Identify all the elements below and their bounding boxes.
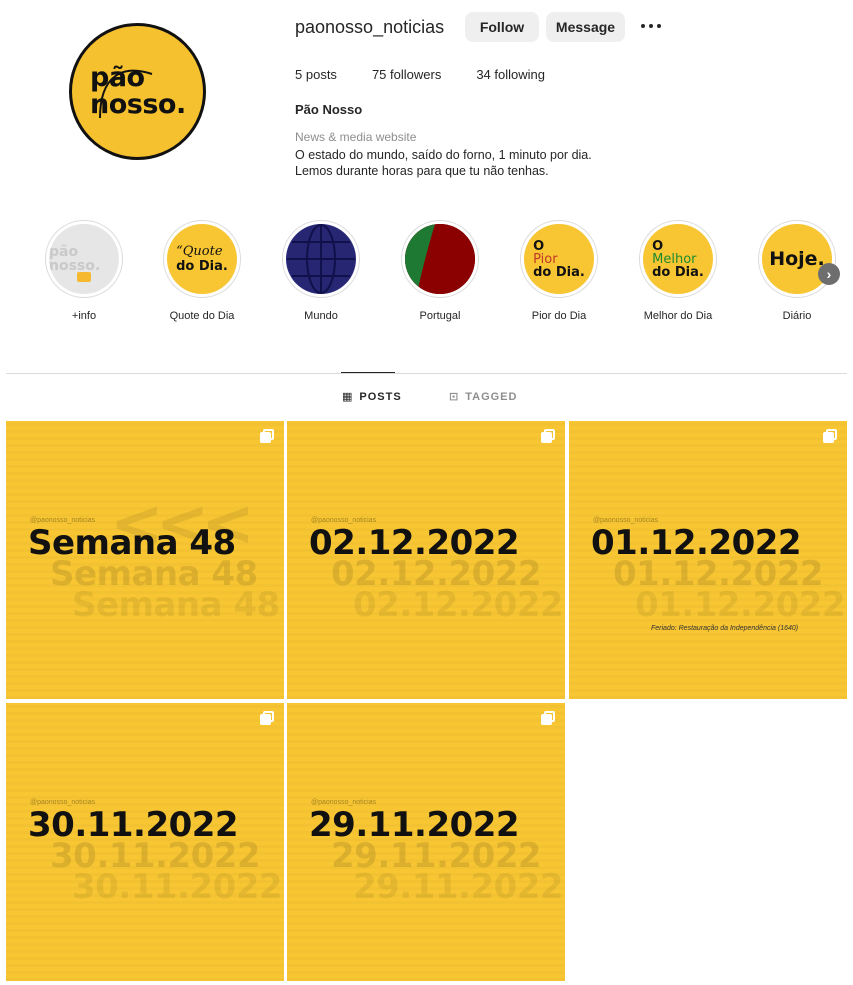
highlight-quote-do-dia[interactable]: “Quote do Dia. Quote do Dia bbox=[152, 220, 252, 322]
story-highlights: pão nosso. +info “Quote do Dia. Quote do… bbox=[0, 220, 853, 330]
profile-full-name: Pão Nosso bbox=[295, 102, 363, 117]
highlight-label: +info bbox=[71, 310, 97, 322]
highlight-label: Quote do Dia bbox=[169, 310, 235, 322]
highlight-pior-do-dia[interactable]: O Pior do Dia. Pior do Dia bbox=[509, 220, 609, 322]
highlight-label: Melhor do Dia bbox=[643, 310, 713, 322]
post-title-echo: 29.11.2022 bbox=[353, 867, 564, 907]
highlight-label: Mundo bbox=[304, 310, 338, 322]
following-count[interactable]: 34 following bbox=[476, 67, 545, 82]
tab-active-indicator bbox=[341, 372, 395, 373]
tab-posts-label: POSTS bbox=[359, 390, 402, 403]
post-tile[interactable]: @paonosso_noticias 01.12.2022 01.12.2022… bbox=[569, 421, 847, 699]
post-title-echo: 01.12.2022 bbox=[635, 585, 846, 625]
globe-icon bbox=[287, 224, 355, 294]
more-options-icon[interactable] bbox=[639, 18, 663, 34]
post-tile[interactable]: @paonosso_noticias 02.12.2022 02.12.2022… bbox=[287, 421, 565, 699]
tab-tagged-label: TAGGED bbox=[465, 390, 518, 403]
message-button[interactable]: Message bbox=[546, 12, 625, 42]
tab-posts[interactable]: ▦ POSTS bbox=[342, 390, 402, 404]
profile-stats: 5 posts 75 followers 34 following bbox=[295, 67, 580, 82]
highlight-mundo[interactable]: Mundo bbox=[271, 220, 371, 322]
highlight-melhor-do-dia[interactable]: O Melhor do Dia. Melhor do Dia bbox=[628, 220, 728, 322]
post-tile[interactable]: @paonosso_noticias 29.11.2022 29.11.2022… bbox=[287, 703, 565, 981]
carousel-icon bbox=[823, 429, 837, 443]
followers-count[interactable]: 75 followers bbox=[372, 67, 441, 82]
posts-count: 5 posts bbox=[295, 67, 337, 82]
carousel-icon bbox=[260, 429, 274, 443]
carousel-icon bbox=[541, 711, 555, 725]
highlight-label: Pior do Dia bbox=[531, 310, 587, 322]
highlight-info[interactable]: pão nosso. +info bbox=[34, 220, 134, 322]
post-title-echo: 02.12.2022 bbox=[353, 585, 564, 625]
tagged-user-icon: ⊡ bbox=[449, 391, 460, 403]
highlight-label: Portugal bbox=[419, 310, 461, 322]
post-tile[interactable]: <<< @paonosso_noticias Semana 48 Semana … bbox=[6, 421, 284, 699]
highlight-label: Diário bbox=[782, 310, 812, 322]
profile-bio: O estado do mundo, saído do forno, 1 min… bbox=[295, 148, 592, 178]
carousel-icon bbox=[541, 429, 555, 443]
tab-divider bbox=[6, 373, 847, 374]
carousel-icon bbox=[260, 711, 274, 725]
info-badge-icon bbox=[77, 272, 91, 282]
follow-button[interactable]: Follow bbox=[465, 12, 539, 42]
post-tile[interactable]: @paonosso_noticias 30.11.2022 30.11.2022… bbox=[6, 703, 284, 981]
profile-username: paonosso_noticias bbox=[295, 17, 445, 37]
post-title-echo: Semana 48 bbox=[72, 585, 280, 625]
profile-avatar[interactable]: pão nosso. bbox=[69, 23, 206, 160]
tab-tagged[interactable]: ⊡ TAGGED bbox=[449, 390, 518, 404]
profile-category: News & media website bbox=[295, 130, 417, 144]
portugal-flag-icon bbox=[405, 224, 475, 294]
post-title-echo: 30.11.2022 bbox=[72, 867, 283, 907]
grid-icon: ▦ bbox=[342, 391, 354, 403]
highlight-portugal[interactable]: Portugal bbox=[390, 220, 490, 322]
chevron-right-icon[interactable]: › bbox=[818, 263, 840, 285]
avatar-logo-text: pão nosso. bbox=[90, 62, 186, 120]
post-note: Feriado: Restauração da Independência (1… bbox=[651, 625, 799, 632]
